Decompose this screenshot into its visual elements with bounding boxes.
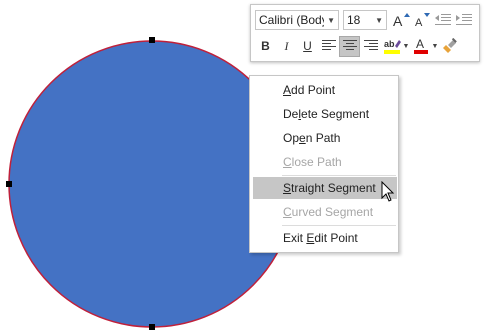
font-color-icon: A xyxy=(413,37,428,54)
menu-item-label: Exit Edit Point xyxy=(283,231,358,245)
mini-toolbar: Calibri (Body) ▼ 18 ▼ A A xyxy=(250,4,480,62)
menu-item-add-point[interactable]: Add Point xyxy=(253,79,397,101)
menu-item-label: Curved Segment xyxy=(283,205,374,219)
menu-item-exit-edit-point[interactable]: Exit Edit Point xyxy=(253,227,397,249)
bold-button[interactable]: B xyxy=(255,36,276,57)
svg-text:ab: ab xyxy=(384,39,395,49)
menu-item-label: Open Path xyxy=(283,131,341,145)
menu-item-open-path[interactable]: Open Path xyxy=(253,127,397,149)
underline-button[interactable]: U xyxy=(297,36,318,57)
menu-item-delete-segment[interactable]: Delete Segment xyxy=(253,103,397,125)
mini-toolbar-row-format: B I U ab ▼ A ▼ xyxy=(255,35,460,57)
grow-font-icon: A xyxy=(393,13,410,28)
decrease-indent-icon xyxy=(434,14,451,25)
menu-item-label: Add Point xyxy=(283,83,336,97)
align-left-button[interactable] xyxy=(318,36,339,57)
menu-item-curved-segment[interactable]: Curved Segment xyxy=(253,201,397,223)
menu-separator xyxy=(282,175,396,176)
menu-separator xyxy=(282,225,396,226)
italic-button[interactable]: I xyxy=(276,36,297,57)
svg-text:A: A xyxy=(416,37,424,51)
increase-indent-icon xyxy=(455,14,472,25)
align-center-icon xyxy=(342,40,357,50)
format-painter-button[interactable] xyxy=(439,36,460,57)
mini-toolbar-row-font: Calibri (Body) ▼ 18 ▼ A A xyxy=(255,9,474,31)
sizing-handle-left[interactable] xyxy=(6,181,12,187)
highlighter-icon: ab xyxy=(383,39,401,54)
chevron-down-icon[interactable]: ▼ xyxy=(431,43,439,50)
format-painter-icon xyxy=(442,38,457,53)
mouse-pointer-icon xyxy=(381,181,395,202)
svg-text:A: A xyxy=(415,17,423,28)
menu-item-straight-segment[interactable]: Straight Segment xyxy=(253,177,397,199)
sizing-handle-top[interactable] xyxy=(149,37,155,43)
increase-indent-button[interactable] xyxy=(453,10,474,31)
align-right-icon xyxy=(363,40,378,50)
font-size-value: 18 xyxy=(347,13,361,27)
menu-item-label: Straight Segment xyxy=(283,181,376,195)
font-name-combo[interactable]: Calibri (Body) ▼ xyxy=(255,10,339,30)
chevron-down-icon[interactable]: ▼ xyxy=(402,43,410,50)
grow-font-button[interactable]: A xyxy=(390,10,411,31)
menu-item-close-path[interactable]: Close Path xyxy=(253,151,397,173)
chevron-down-icon[interactable]: ▼ xyxy=(372,16,386,25)
shrink-font-icon: A xyxy=(415,13,430,28)
decrease-indent-button[interactable] xyxy=(432,10,453,31)
font-color-button[interactable]: A xyxy=(410,36,431,57)
chevron-down-icon[interactable]: ▼ xyxy=(324,16,338,25)
sizing-handle-bottom[interactable] xyxy=(149,324,155,330)
align-left-icon xyxy=(321,40,336,50)
highlight-button[interactable]: ab xyxy=(381,36,402,57)
svg-text:A: A xyxy=(393,13,403,28)
menu-item-label: Delete Segment xyxy=(283,107,370,121)
align-right-button[interactable] xyxy=(360,36,381,57)
font-name-value: Calibri (Body) xyxy=(259,13,324,27)
shrink-font-button[interactable]: A xyxy=(411,10,432,31)
font-size-combo[interactable]: 18 ▼ xyxy=(343,10,387,30)
menu-item-label: Close Path xyxy=(283,155,342,169)
context-menu: Add Point Delete Segment Open Path Close… xyxy=(249,75,399,253)
align-center-button[interactable] xyxy=(339,35,360,57)
